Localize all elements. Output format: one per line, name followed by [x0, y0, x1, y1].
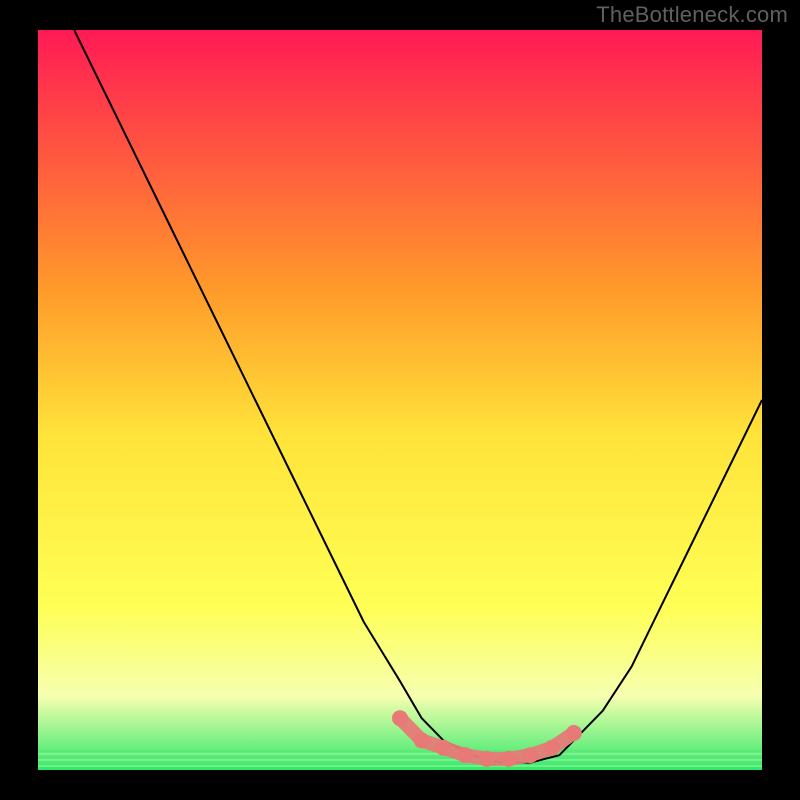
marker-dot	[544, 740, 560, 756]
green-band	[38, 750, 762, 752]
gradient-background	[38, 30, 762, 770]
marker-dot	[457, 747, 473, 763]
marker-dot	[501, 751, 517, 767]
green-band	[38, 762, 762, 764]
green-band	[38, 765, 762, 767]
plot-area	[38, 30, 762, 770]
marker-dot	[435, 740, 451, 756]
green-band	[38, 753, 762, 755]
watermark-text: TheBottleneck.com	[596, 2, 788, 28]
marker-dot	[392, 710, 408, 726]
marker-dot	[566, 725, 582, 741]
marker-dot	[522, 747, 538, 763]
chart-frame: TheBottleneck.com	[0, 0, 800, 800]
green-band	[38, 756, 762, 758]
chart-svg	[38, 30, 762, 770]
marker-dot	[414, 732, 430, 748]
green-band	[38, 759, 762, 761]
marker-dot	[479, 751, 495, 767]
